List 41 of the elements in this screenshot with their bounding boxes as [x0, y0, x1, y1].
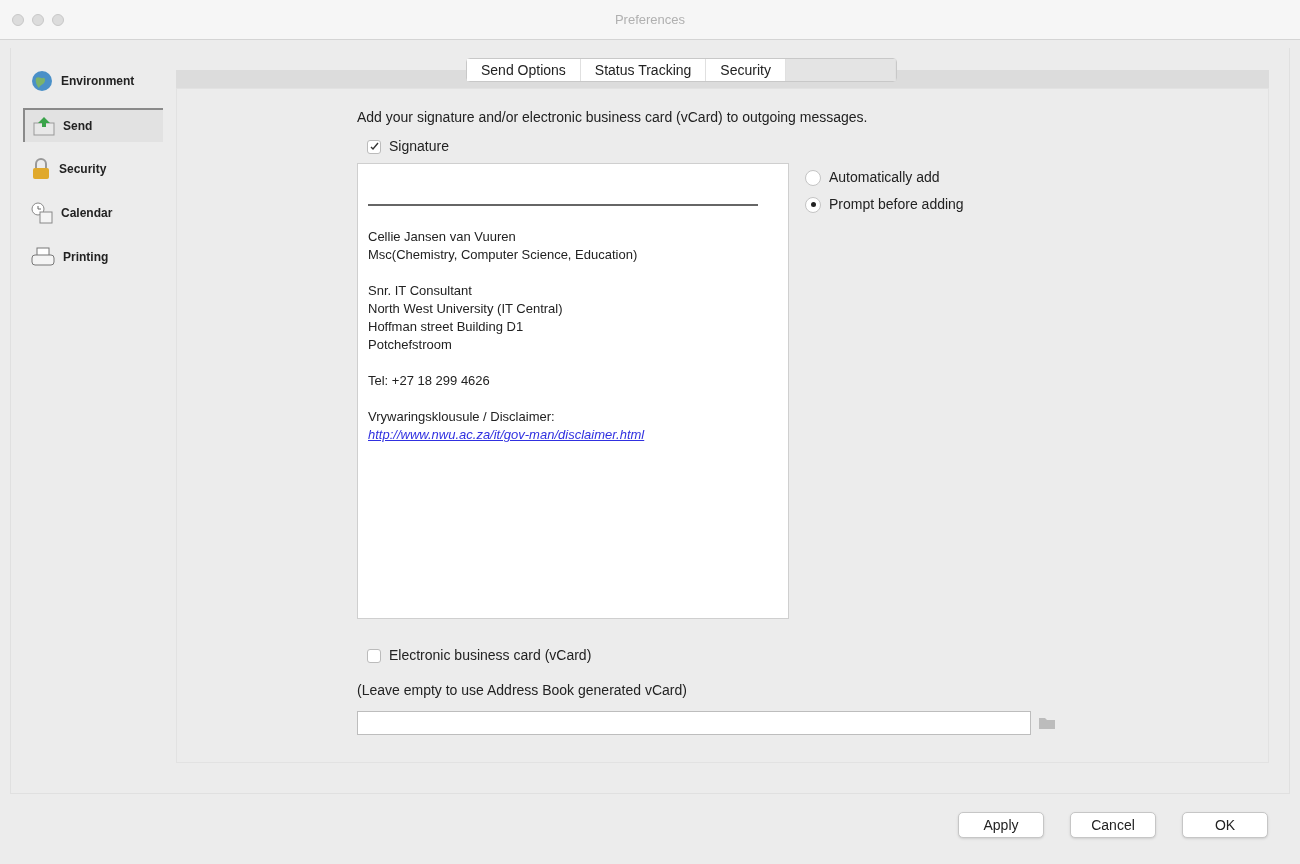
printer-icon	[31, 247, 55, 267]
description-text: Add your signature and/or electronic business card (vCard) to outgoing messages.	[357, 108, 869, 127]
window-control-icon[interactable]	[32, 13, 44, 26]
dialog-button[interactable]: Apply	[958, 812, 1044, 838]
signature-line: Tel: +27 18 299 4626	[368, 372, 491, 390]
signature-line: North West University (IT Central)	[368, 300, 564, 318]
vcard-checkbox[interactable]: Electronic business card (vCard)	[367, 645, 1268, 666]
globe-icon	[31, 70, 53, 92]
envelope-icon	[33, 116, 55, 136]
radio-icon[interactable]	[805, 196, 821, 213]
sidebar-item[interactable]: Send	[23, 108, 163, 142]
dialog-button[interactable]: Cancel	[1070, 812, 1156, 838]
padlock-icon	[31, 158, 51, 180]
checkbox-icon[interactable]	[367, 139, 381, 154]
signature-editor[interactable]	[357, 163, 789, 619]
radio-option[interactable]: Prompt before adding	[805, 194, 964, 215]
folder-icon[interactable]	[1039, 717, 1055, 729]
signature-line: Potchefstroom	[368, 336, 453, 354]
window-control-icon[interactable]	[52, 13, 64, 26]
tab[interactable]	[785, 59, 896, 81]
vcard-path-field[interactable]	[357, 711, 1031, 735]
signature-line: Snr. IT Consultant	[368, 282, 473, 300]
hint-text: (Leave empty to use Address Book generated vCard)	[357, 681, 688, 700]
tab[interactable]: Send Options	[467, 59, 581, 81]
sidebar-item[interactable]: Environment	[23, 64, 163, 98]
checkbox-icon[interactable]	[367, 648, 381, 663]
window-control-icon[interactable]	[12, 13, 24, 26]
signature-line: Vrywaringsklousule / Disclaimer:	[368, 408, 556, 426]
signature-line: Hoffman street Building D1	[368, 318, 525, 336]
radio-option[interactable]: Automatically add	[805, 167, 964, 188]
sidebar-item[interactable]: Security	[23, 152, 163, 186]
disclaimer-link[interactable]: http://www.nwu.ac.za/it/gov-man/disclaimer.html	[368, 426, 768, 444]
dialog-button[interactable]: OK	[1182, 812, 1268, 838]
signature-line: Msc(Chemistry, Computer Science, Education)	[368, 246, 639, 264]
signature-line: Cellie Jansen van Vuuren	[368, 228, 517, 246]
sidebar-item[interactable]: Calendar	[23, 196, 163, 230]
window-title: Preferences	[614, 10, 686, 29]
clock-calendar-icon	[31, 202, 53, 224]
radio-icon[interactable]	[805, 169, 821, 186]
sidebar-item[interactable]: Printing	[23, 240, 163, 274]
signature-checkbox[interactable]: Signature	[367, 136, 1268, 157]
